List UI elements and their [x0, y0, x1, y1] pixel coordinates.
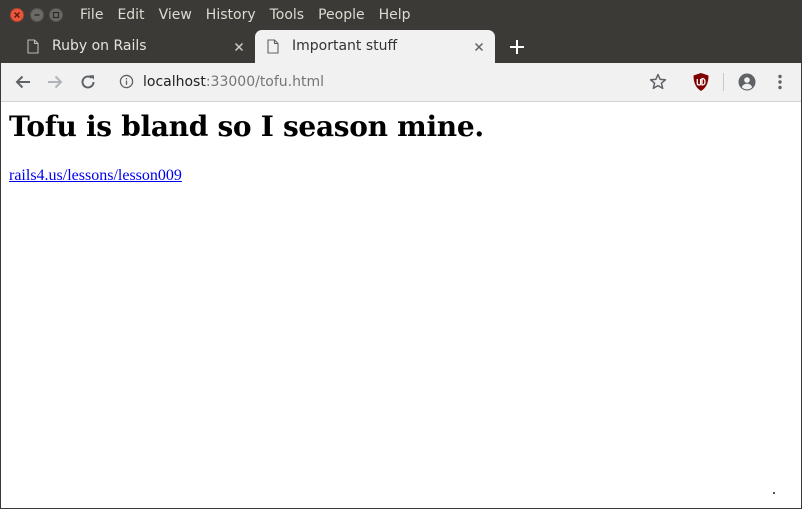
url-host: localhost — [143, 74, 206, 90]
toolbar-separator — [723, 73, 724, 91]
star-icon[interactable] — [648, 72, 668, 92]
kebab-menu-icon[interactable] — [770, 72, 790, 92]
browser-toolbar: localhost:33000/tofu.html — [1, 63, 801, 102]
url-path: :33000/tofu.html — [205, 74, 325, 90]
document-icon — [27, 39, 39, 54]
tab-close-icon[interactable] — [231, 39, 247, 55]
menu-people[interactable]: People — [311, 1, 372, 30]
window-maximize-button[interactable] — [49, 8, 63, 22]
menu-edit[interactable]: Edit — [110, 1, 151, 30]
menu-help[interactable]: Help — [372, 1, 418, 30]
tab-title: Ruby on Rails — [52, 38, 147, 54]
close-icon — [14, 12, 20, 18]
menu-view[interactable]: View — [152, 1, 199, 30]
tab-ruby-on-rails[interactable]: Ruby on Rails — [15, 30, 255, 63]
minimize-icon — [34, 14, 40, 16]
tab-title: Important stuff — [292, 38, 398, 54]
window-close-button[interactable] — [10, 8, 24, 22]
menu-file[interactable]: File — [73, 1, 110, 30]
page-content: Tofu is bland so I season mine. rails4.u… — [1, 102, 801, 508]
account-icon[interactable] — [737, 72, 757, 92]
page-heading: Tofu is bland so I season mine. — [9, 110, 484, 143]
tab-close-icon[interactable] — [471, 39, 487, 55]
title-bar: File Edit View History Tools People Help — [1, 1, 801, 30]
tab-important-stuff[interactable]: Important stuff — [255, 30, 495, 63]
stray-pixel — [773, 492, 775, 494]
browser-window: File Edit View History Tools People Help… — [0, 0, 802, 509]
menu-history[interactable]: History — [199, 1, 263, 30]
window-minimize-button[interactable] — [30, 8, 44, 22]
menu-tools[interactable]: Tools — [263, 1, 312, 30]
ublock-origin-icon[interactable] — [692, 72, 710, 92]
menu-bar: File Edit View History Tools People Help — [73, 1, 418, 30]
address-bar[interactable]: localhost:33000/tofu.html — [109, 68, 679, 96]
lesson-link[interactable]: rails4.us/lessons/lesson009 — [9, 167, 182, 185]
tab-strip: Ruby on Rails Important stuff — [1, 30, 801, 63]
document-icon — [267, 39, 279, 54]
info-icon[interactable] — [119, 74, 134, 89]
maximize-icon — [52, 11, 60, 19]
new-tab-button[interactable] — [507, 37, 527, 57]
arrow-left-icon[interactable] — [13, 72, 33, 92]
url-text[interactable]: localhost:33000/tofu.html — [143, 68, 324, 96]
reload-icon[interactable] — [78, 72, 98, 92]
arrow-right-icon[interactable] — [45, 72, 65, 92]
